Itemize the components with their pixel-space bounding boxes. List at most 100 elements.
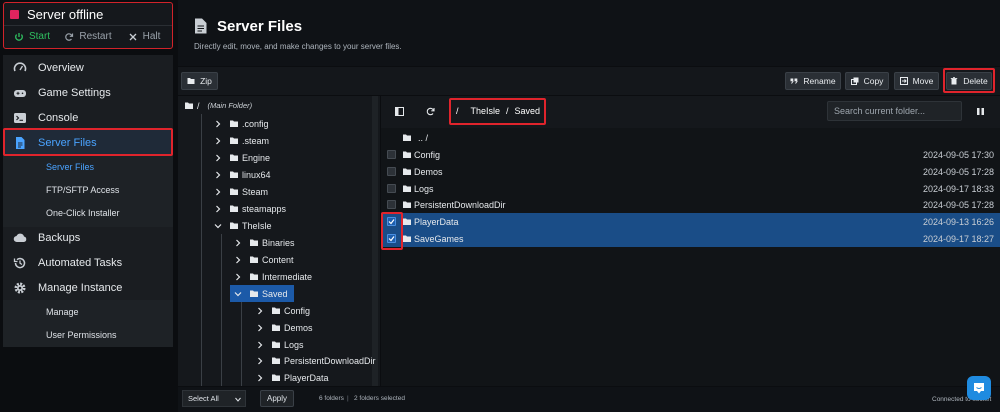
folder-icon <box>250 239 258 246</box>
nav-sub-ftp-label: FTP/SFTP Access <box>46 184 120 195</box>
chevron-right-icon <box>216 137 221 144</box>
tree-item-label: Content <box>262 254 294 265</box>
row-checkbox[interactable] <box>387 150 396 159</box>
chevron-right-icon <box>236 239 241 246</box>
file-date: 2024-09-05 17:28 <box>922 166 994 177</box>
table-row[interactable]: PlayerData 2024-09-13 16:26 <box>381 213 1000 230</box>
move-button[interactable]: Move <box>894 72 939 90</box>
chevron-down-icon <box>214 223 222 228</box>
nav-sub-permissions-label: User Permissions <box>46 329 117 340</box>
apply-button[interactable]: Apply <box>260 390 294 407</box>
nav-manage-instance[interactable]: Manage Instance <box>3 275 173 300</box>
apply-label: Apply <box>266 394 287 403</box>
nav-sub-permissions[interactable]: User Permissions <box>3 323 173 346</box>
tree-item-saved-demos[interactable]: Demos <box>256 319 313 336</box>
tree-item-config[interactable]: .config <box>214 115 269 132</box>
server-status-text: Server offline <box>27 6 104 22</box>
start-button[interactable]: Start <box>4 26 60 47</box>
pause-icon[interactable] <box>976 107 985 116</box>
gear-icon <box>14 282 26 293</box>
restart-icon <box>65 32 74 41</box>
nav-automated-tasks-label: Automated Tasks <box>38 256 123 269</box>
nav-overview[interactable]: Overview <box>3 55 173 80</box>
nav-backups[interactable]: Backups <box>3 225 173 250</box>
tree-item-steamapps[interactable]: steamapps <box>214 200 286 217</box>
nav-sub-ftp[interactable]: FTP/SFTP Access <box>3 178 173 201</box>
chevron-right-icon <box>216 120 221 127</box>
table-row[interactable]: Demos 2024-09-05 17:28 <box>381 163 1000 180</box>
cloud-icon <box>13 233 27 242</box>
tree-item-saved-config[interactable]: Config <box>256 302 310 319</box>
table-row[interactable]: PersistentDownloadDir 2024-09-05 17:28 <box>381 196 1000 213</box>
folder-icon <box>230 137 238 144</box>
chevron-right-icon <box>258 324 263 331</box>
zip-label: Zip <box>200 76 212 86</box>
folder-icon <box>403 168 411 175</box>
tree-item-content[interactable]: Content <box>234 251 294 268</box>
nav-console-label: Console <box>38 111 79 124</box>
sidebar: Server offline Start Restart Halt Overvi… <box>0 0 176 412</box>
zip-button[interactable]: Zip <box>181 72 218 90</box>
gamepad-icon <box>14 89 26 97</box>
folder-icon <box>230 222 238 229</box>
bulk-action-value: Select All <box>188 394 219 403</box>
refresh-icon[interactable] <box>426 107 435 116</box>
tree-item-saved-playerdata[interactable]: PlayerData <box>256 369 329 386</box>
nav-console[interactable]: Console <box>3 105 173 130</box>
nav-sub-server-files[interactable]: Server Files <box>3 155 173 178</box>
page-subtitle: Directly edit, move, and make changes to… <box>194 42 402 51</box>
tree-scrollbar[interactable] <box>372 96 378 386</box>
tree-item-steam[interactable]: Steam <box>214 183 268 200</box>
nav-automated-tasks[interactable]: Automated Tasks <box>3 250 173 275</box>
folder-icon <box>230 188 238 195</box>
footer-bar <box>178 387 1000 412</box>
tree-item-label: Demos <box>284 322 313 333</box>
copy-button[interactable]: Copy <box>845 72 889 90</box>
row-checkbox[interactable] <box>387 200 396 209</box>
halt-button[interactable]: Halt <box>116 26 172 47</box>
row-checkbox[interactable] <box>387 167 396 176</box>
tree-item-label: .config <box>242 118 269 129</box>
tree-item-theisle[interactable]: TheIsle <box>214 217 272 234</box>
nav-game-settings[interactable]: Game Settings <box>3 80 173 105</box>
restart-button[interactable]: Restart <box>60 26 116 47</box>
rename-button[interactable]: Rename <box>785 72 841 90</box>
tree-item-steam-dot[interactable]: .steam <box>214 132 269 149</box>
table-row[interactable]: SaveGames 2024-09-17 18:27 <box>381 230 1000 247</box>
tree-item-saved-logs[interactable]: Logs <box>256 336 304 353</box>
bulk-action-select[interactable]: Select All <box>182 390 246 407</box>
quote-icon <box>790 78 799 84</box>
folder-icon <box>250 290 258 297</box>
close-icon <box>129 33 137 40</box>
tree-item-label: linux64 <box>242 169 271 180</box>
nav-sub-manage[interactable]: Manage <box>3 300 173 323</box>
nav-sub-manage-label: Manage <box>46 306 79 317</box>
tree-item-saved-persistent[interactable]: PersistentDownloadDir <box>256 352 376 369</box>
search-placeholder: Search current folder... <box>834 106 926 116</box>
sidebar-nav: Overview Game Settings Console Server Fi… <box>3 55 173 347</box>
status-indicator-icon <box>10 9 19 19</box>
chevron-right-icon <box>258 341 263 348</box>
file-name: Demos <box>414 166 443 177</box>
tree-item-label: .steam <box>242 135 270 146</box>
file-row-parent[interactable]: .. / <box>381 129 1000 146</box>
tree-item-saved[interactable]: Saved <box>230 285 294 302</box>
copy-icon <box>850 77 859 85</box>
nav-sub-installer-label: One-Click Installer <box>46 207 120 218</box>
search-input[interactable]: Search current folder... <box>827 101 962 121</box>
tree-item-binaries[interactable]: Binaries <box>234 234 295 251</box>
tree-item-linux64[interactable]: linux64 <box>214 166 271 183</box>
tree-item-intermediate[interactable]: Intermediate <box>234 268 312 285</box>
tree-item-label: Saved <box>262 288 288 299</box>
folder-icon <box>272 307 280 314</box>
nav-sub-installer[interactable]: One-Click Installer <box>3 201 173 224</box>
gauge-icon <box>13 61 27 71</box>
tree-item-engine[interactable]: Engine <box>214 149 270 166</box>
tree-root[interactable]: / (Main Folder) <box>185 97 252 114</box>
columns-icon[interactable] <box>395 107 404 116</box>
support-chat-button[interactable] <box>967 376 991 400</box>
row-checkbox[interactable] <box>387 184 396 193</box>
terminal-icon <box>14 112 26 123</box>
table-row[interactable]: Logs 2024-09-17 18:33 <box>381 180 1000 197</box>
table-row[interactable]: Config 2024-09-05 17:30 <box>381 146 1000 163</box>
